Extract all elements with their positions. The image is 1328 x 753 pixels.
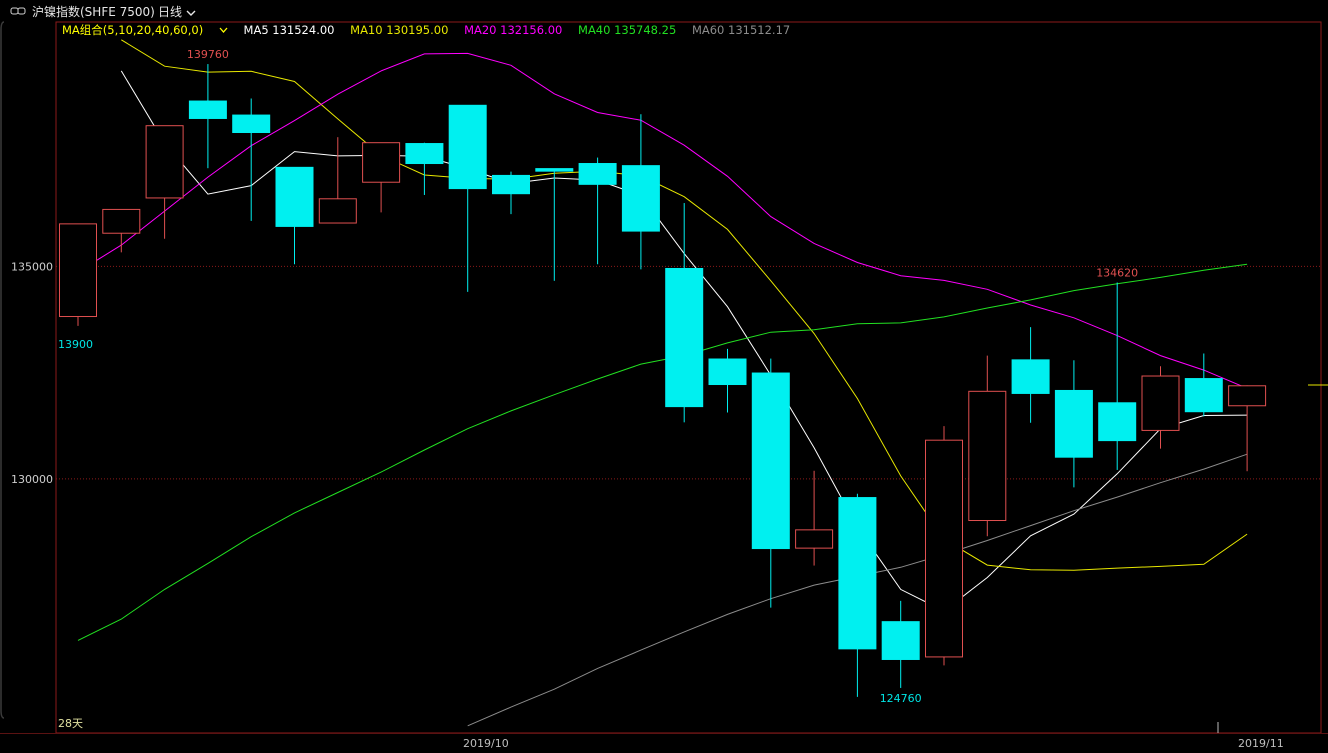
candle-up <box>145 125 184 199</box>
x-axis-label: 2019/11 <box>1238 737 1284 750</box>
candle-down <box>578 163 617 185</box>
candle-down <box>1184 378 1223 413</box>
candle-up <box>968 390 1007 522</box>
candle-down <box>751 372 790 550</box>
time-axis: 2019/10 2019/11 <box>0 733 1328 753</box>
candle-down <box>621 165 660 232</box>
days-count-label: 28天 <box>58 717 83 730</box>
candle-up <box>362 142 401 183</box>
ma-group-selector[interactable]: MA组合(5,10,20,40,60,0) <box>62 23 232 37</box>
price-extreme-label: 124760 <box>880 692 922 705</box>
ma60-legend: MA60 131512.17 <box>691 23 791 37</box>
price-extreme-label: 134620 <box>1096 267 1138 280</box>
ma10-legend: MA10 130195.00 <box>350 23 449 37</box>
candle-down <box>838 497 877 650</box>
ma40-legend: MA40 135748.25 <box>578 23 677 37</box>
candlestick-chart[interactable]: 135000 130000 139760 134620 124760 13900 28天 <box>0 0 1328 752</box>
candle-down <box>188 100 227 119</box>
candle-down <box>275 166 314 227</box>
candle-down <box>232 114 271 133</box>
candle-down <box>405 143 444 165</box>
ma20-legend: MA20 132156.00 <box>464 23 563 37</box>
ma5-legend: MA5 131524.00 <box>243 23 335 37</box>
candle-down <box>1011 359 1050 394</box>
candle-up <box>318 198 357 224</box>
candle-up <box>1141 375 1180 431</box>
candle-up <box>925 439 963 658</box>
candle-down <box>1098 402 1137 442</box>
candle-down <box>708 358 747 386</box>
candle-down <box>535 168 574 172</box>
y-tick-label: 135000 <box>11 260 53 273</box>
candle-up <box>59 223 97 318</box>
ma-legend: MA组合(5,10,20,40,60,0) MA5 131524.00 MA10… <box>62 22 802 38</box>
candle-up <box>1228 385 1267 407</box>
chevron-down-icon <box>219 27 228 33</box>
candle-up <box>102 208 141 234</box>
price-extreme-label: 13900 <box>58 338 93 351</box>
candle-up <box>795 529 834 549</box>
ma-group-label: MA组合(5,10,20,40,60,0) <box>62 23 204 37</box>
y-tick-label: 130000 <box>11 473 53 486</box>
candle-down <box>665 267 704 408</box>
candle-down <box>492 174 530 195</box>
candle-down <box>448 104 487 190</box>
candle-down <box>881 621 920 660</box>
candle-down <box>1054 389 1093 458</box>
price-extreme-label: 139760 <box>187 48 229 61</box>
x-axis-label: 2019/10 <box>463 737 509 750</box>
ma20-line <box>77 52 1248 389</box>
